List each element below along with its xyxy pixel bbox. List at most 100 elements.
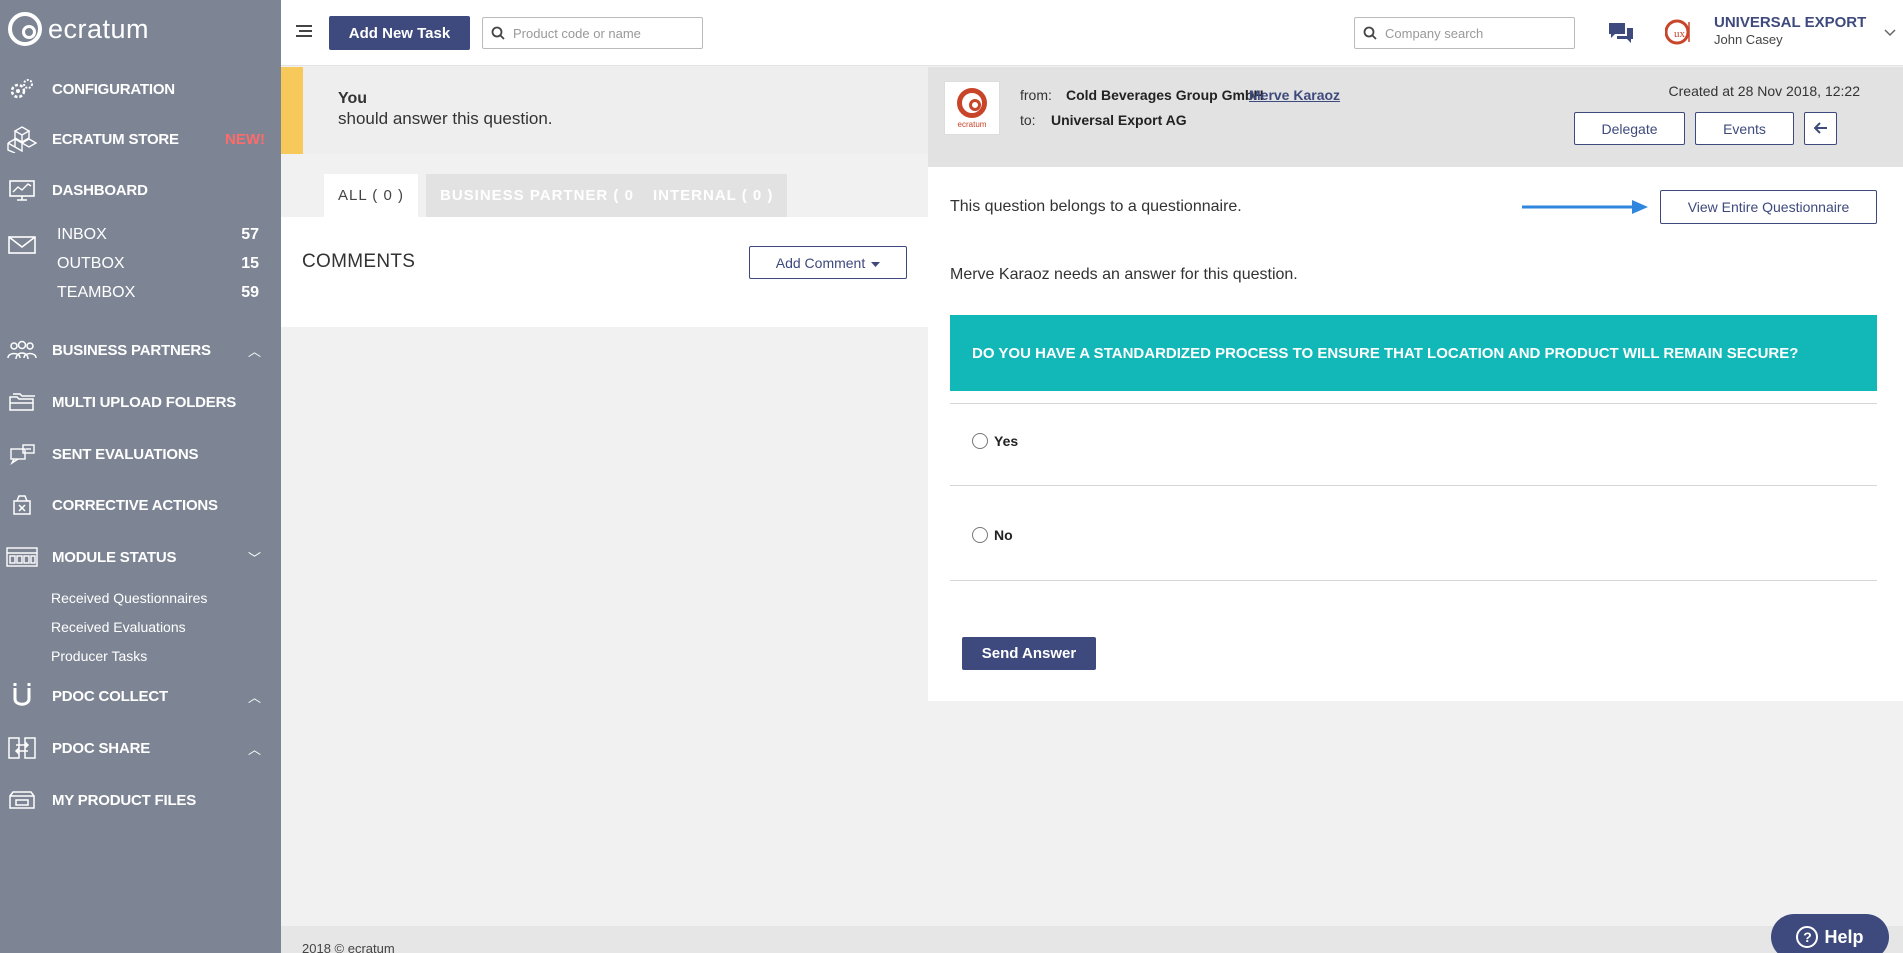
inbox-count: 57 (241, 226, 259, 243)
events-button[interactable]: Events (1695, 112, 1794, 145)
question-text: DO YOU HAVE A STANDARDIZED PROCESS TO EN… (950, 315, 1877, 391)
answer-option-yes[interactable]: Yes (972, 433, 1018, 449)
module-status-received-evaluations[interactable]: Received Evaluations (51, 619, 186, 635)
ecratum-logo-icon (957, 87, 987, 118)
add-comment-button[interactable]: Add Comment (749, 246, 907, 279)
chevron-up-icon: ︿ (247, 689, 261, 705)
sidebar-item-my-product-files[interactable]: My Product Files (0, 782, 281, 818)
magnet-icon (6, 683, 38, 709)
to-label: to: (1020, 112, 1036, 128)
share-doc-icon (6, 735, 38, 761)
outbox-label: Outbox (57, 255, 125, 272)
company-search[interactable] (1354, 17, 1575, 49)
teambox-label: Teambox (57, 284, 136, 301)
view-entire-questionnaire-button[interactable]: View Entire Questionnaire (1660, 190, 1877, 224)
cubes-icon (6, 126, 38, 153)
sidebar-item-sent-evaluations[interactable]: Sent Evaluations (0, 436, 281, 472)
comments-title: COMMENTS (302, 251, 416, 272)
sidebar-item-pdoc-share[interactable]: PDoc Share ︿ (0, 730, 281, 766)
answer-option-no[interactable]: No (972, 527, 1013, 543)
delegate-button[interactable]: Delegate (1574, 112, 1685, 145)
ecratum-logo-icon (8, 12, 42, 46)
outbox-count: 15 (241, 255, 259, 272)
message-header: ecratum from: Cold Beverages Group GmbH … (928, 67, 1903, 167)
sidebar-item-module-status[interactable]: Module Status ﹀ (0, 539, 281, 575)
chevron-down-icon: ﹀ (247, 550, 261, 566)
send-answer-button[interactable]: Send Answer (962, 637, 1096, 670)
user-name: John Casey (1714, 32, 1783, 47)
chevron-down-icon[interactable] (1884, 24, 1896, 42)
sidebar-item-corrective-actions[interactable]: Corrective Actions (0, 487, 281, 523)
back-button[interactable] (1804, 112, 1837, 145)
sidebar-item-label: Ecratum Store (52, 130, 179, 148)
comments-box: COMMENTS Add Comment (281, 217, 928, 327)
notice-line-1: You (338, 90, 368, 107)
from-person-link[interactable]: Merve Karaoz (1249, 87, 1340, 103)
people-icon (6, 337, 38, 363)
module-status-producer-tasks[interactable]: Producer Tasks (51, 648, 147, 664)
company-name: UNIVERSAL EXPORT (1714, 14, 1867, 31)
answer-request-text: Merve Karaoz needs an answer for this qu… (950, 266, 1298, 283)
sidebar-item-label: Dashboard (52, 181, 148, 199)
brand-name: ecratum (48, 13, 150, 44)
notice-line-2: should answer this question. (338, 109, 553, 128)
to-company: Universal Export AG (1051, 112, 1187, 128)
from-label: from: (1020, 87, 1052, 103)
menu-toggle-icon[interactable] (296, 25, 312, 39)
sidebar-item-multi-upload-folders[interactable]: Multi Upload Folders (0, 384, 281, 420)
brand-logo[interactable]: ecratum (8, 12, 149, 46)
company-logo-icon: ux (1664, 16, 1699, 53)
help-label: Help (1824, 926, 1864, 947)
inbox-label: Inbox (57, 226, 107, 243)
questionnaire-notice: This question belongs to a questionnaire… (950, 198, 1242, 215)
sender-logo: ecratum (944, 81, 1000, 135)
sidebar-item-label: Sent Evaluations (52, 445, 199, 463)
new-badge: NEW! (225, 130, 265, 148)
caret-down-icon (871, 255, 881, 271)
chevron-up-icon: ︿ (247, 741, 261, 757)
search-icon (1355, 26, 1385, 40)
sidebar-item-label: Multi Upload Folders (52, 393, 237, 411)
sidebar-item-label: PDoc Share (52, 739, 151, 757)
copyright-text: 2018 © ecratum (302, 941, 395, 953)
top-bar: Add New Task ux UNIVERSAL EXPORT John Ca… (281, 0, 1903, 66)
radio-button[interactable] (972, 433, 988, 449)
chat-icon[interactable] (1606, 20, 1636, 51)
sidebar-item-label: Configuration (52, 80, 175, 98)
sidebar-item-ecratum-store[interactable]: Ecratum Store NEW! (0, 121, 281, 157)
sidebar-item-label: Module Status (52, 548, 177, 566)
option-label: Yes (994, 433, 1019, 449)
product-files-icon (6, 787, 38, 813)
add-comment-label: Add Comment (775, 254, 866, 271)
folders-icon (6, 389, 38, 415)
company-switcher[interactable]: UNIVERSAL EXPORT John Casey (1714, 14, 1866, 47)
sidebar-item-configuration[interactable]: Configuration (0, 71, 281, 107)
sidebar-item-label: PDoc Collect (52, 687, 168, 705)
sidebar: ecratum Configuration Ecratum Store NEW!… (0, 0, 281, 953)
from-company: Cold Beverages Group GmbH (1066, 87, 1264, 103)
sidebar-item-dashboard[interactable]: Dashboard (0, 172, 281, 208)
chevron-up-icon: ︿ (247, 343, 261, 359)
radio-button[interactable] (972, 527, 988, 543)
tab-internal[interactable]: INTERNAL ( 0 ) (639, 174, 788, 217)
monitor-chart-icon (6, 177, 38, 203)
product-search-input[interactable] (513, 25, 683, 41)
sidebar-item-pdoc-collect[interactable]: PDoc Collect ︿ (0, 678, 281, 714)
teambox-count: 59 (241, 284, 259, 301)
product-search[interactable] (482, 17, 703, 49)
help-button[interactable]: ? Help (1771, 914, 1889, 953)
question-circle-icon: ? (1796, 926, 1819, 948)
sidebar-item-teambox[interactable]: Teambox 59 (0, 280, 281, 306)
divider (950, 403, 1877, 404)
tab-business-partner[interactable]: BUSINESS PARTNER ( 0 ) (426, 174, 660, 217)
module-status-received-questionnaires[interactable]: Received Questionnaires (51, 590, 207, 606)
company-search-input[interactable] (1385, 25, 1555, 41)
tab-all[interactable]: ALL ( 0 ) (324, 174, 418, 217)
sidebar-item-business-partners[interactable]: Business Partners ︿ (0, 332, 281, 368)
divider (950, 580, 1877, 581)
sidebar-item-inbox[interactable]: Inbox 57 (0, 222, 281, 248)
add-new-task-button[interactable]: Add New Task (329, 16, 470, 50)
sidebar-item-label: Corrective Actions (52, 496, 218, 514)
divider (950, 485, 1877, 486)
sidebar-item-outbox[interactable]: Outbox 15 (0, 251, 281, 277)
